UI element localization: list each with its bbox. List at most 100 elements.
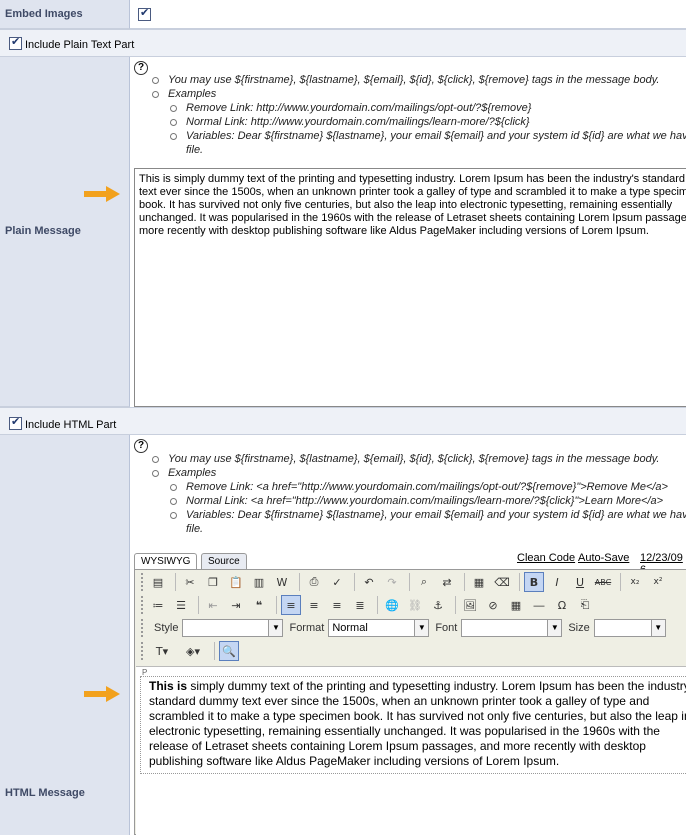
toolbar-separator <box>464 573 465 591</box>
insert-link-icon[interactable]: 🌐 <box>382 595 402 615</box>
superscript-icon[interactable]: x² <box>648 572 668 592</box>
format-select[interactable]: Normal ▼ <box>328 619 430 637</box>
format-value: Normal <box>332 622 368 634</box>
plain-line-4: unchanged. It was popularised in the 196… <box>139 212 686 224</box>
toolbar-separator <box>455 596 456 614</box>
toolbar-grip[interactable] <box>141 619 144 637</box>
spellcheck-icon[interactable]: ✓ <box>327 572 347 592</box>
new-document-icon[interactable]: ▤ <box>148 572 168 592</box>
paste-text-icon[interactable]: ▥ <box>249 572 269 592</box>
toolbar-separator <box>276 596 277 614</box>
bulleted-list-icon[interactable]: ☰ <box>171 595 191 615</box>
underline-icon[interactable]: U <box>570 572 590 592</box>
tab-wysiwyg[interactable]: WYSIWYG <box>134 553 198 569</box>
find-icon[interactable]: ⌕ <box>414 572 434 592</box>
toolbar-grip[interactable] <box>141 596 144 614</box>
select-all-icon[interactable]: ▦ <box>469 572 489 592</box>
table-icon[interactable]: ▦ <box>506 595 526 615</box>
toolbar-grip[interactable] <box>141 573 144 591</box>
tip-remove-link: Remove Link: <a href="http://www.yourdom… <box>168 480 686 494</box>
html-message-label-cell: HTML Message <box>0 435 130 835</box>
clean-code-link[interactable]: Clean Code <box>517 552 575 564</box>
special-char-icon[interactable]: Ω <box>552 595 572 615</box>
html-line-1-text: simply dummy text of the printing and ty… <box>187 679 686 693</box>
html-line-2: standard dummy text ever since the 1500s… <box>149 694 650 708</box>
chevron-down-icon: ▼ <box>268 620 283 636</box>
include-plain-text-row: Include Plain Text Part <box>0 29 686 57</box>
page-break-icon[interactable]: ⎗ <box>575 595 595 615</box>
toolbar-row-4: T▾ ◈▾ 🔍 <box>139 640 242 662</box>
tip-variables-line1: Variables: Dear ${firstname} ${lastname}… <box>186 509 686 521</box>
tip-variables-line1: Variables: Dear ${firstname} ${lastname}… <box>186 130 686 142</box>
copy-icon[interactable]: ❐ <box>203 572 223 592</box>
subscript-icon[interactable]: x₂ <box>625 572 645 592</box>
tip-intro: You may use ${firstname}, ${lastname}, $… <box>150 73 686 87</box>
toolbar-row-3: Style ▼ Format Normal ▼ Font ▼ Size ▼ <box>139 617 666 639</box>
html-editor-area[interactable]: P This is simply dummy text of the print… <box>136 666 686 835</box>
html-line-3: scrambled it to make a type specimen boo… <box>149 709 686 723</box>
tip-examples-label: Examples <box>168 88 217 100</box>
plain-line-3: book. It has survived not only five cent… <box>139 199 673 211</box>
tip-normal-link: Normal Link: http://www.yourdomain.com/m… <box>168 115 686 129</box>
arrow-pointer-icon <box>84 186 120 202</box>
html-editor-body[interactable]: This is simply dummy text of the printin… <box>140 676 686 774</box>
toolbar-separator <box>409 573 410 591</box>
tip-examples: Examples Remove Link: http://www.yourdom… <box>150 87 686 157</box>
strikethrough-icon[interactable]: ABC <box>593 572 613 592</box>
undo-icon[interactable]: ↶ <box>359 572 379 592</box>
auto-save-link[interactable]: Auto-Save <box>578 552 629 564</box>
size-select[interactable]: ▼ <box>593 619 666 637</box>
align-center-icon[interactable]: ≡ <box>304 595 324 615</box>
html-line-5: release of Letraset sheets containing Lo… <box>149 739 646 753</box>
toolbar-grip[interactable] <box>141 642 144 660</box>
tip-examples-label: Examples <box>168 467 217 479</box>
help-icon[interactable]: ? <box>134 61 148 75</box>
anchor-icon[interactable]: ⚓ <box>428 595 448 615</box>
cut-icon[interactable]: ✂ <box>180 572 200 592</box>
bold-icon[interactable]: B <box>524 572 544 592</box>
html-tips-list: You may use ${firstname}, ${lastname}, $… <box>150 452 686 536</box>
indent-icon[interactable]: ⇥ <box>226 595 246 615</box>
font-select[interactable]: ▼ <box>461 619 563 637</box>
insert-image-icon[interactable]: 🖼 <box>460 595 480 615</box>
align-left-icon[interactable]: ≡ <box>281 595 301 615</box>
numbered-list-icon[interactable]: ≔ <box>148 595 168 615</box>
preview-icon[interactable]: 🔍 <box>219 641 239 661</box>
toolbar-separator <box>377 596 378 614</box>
html-message-label: HTML Message <box>5 787 85 799</box>
tab-source[interactable]: Source <box>201 553 247 569</box>
background-color-icon[interactable]: ◈▾ <box>179 641 207 661</box>
tip-remove-link: Remove Link: http://www.yourdomain.com/m… <box>168 101 686 115</box>
include-html-row: Include HTML Part <box>0 407 686 435</box>
blockquote-icon[interactable]: ❝ <box>249 595 269 615</box>
remove-link-icon[interactable]: ⛓ <box>405 595 425 615</box>
help-icon[interactable]: ? <box>134 439 148 453</box>
align-right-icon[interactable]: ≡ <box>327 595 347 615</box>
size-label: Size <box>568 622 590 634</box>
remove-format-icon[interactable]: ⌫ <box>492 572 512 592</box>
print-icon[interactable]: ⎙ <box>304 572 324 592</box>
flash-icon[interactable]: ⊘ <box>483 595 503 615</box>
toolbar-separator <box>620 573 621 591</box>
horizontal-rule-icon[interactable]: ― <box>529 595 549 615</box>
embed-images-checkbox[interactable] <box>138 6 151 21</box>
paste-icon[interactable]: 📋 <box>226 572 246 592</box>
outdent-icon[interactable]: ⇤ <box>203 595 223 615</box>
plain-line-2: text ever since the 1500s, when an unkno… <box>139 186 686 198</box>
plain-line-1: This is simply dummy text of the printin… <box>139 173 686 185</box>
redo-icon[interactable]: ↷ <box>382 572 402 592</box>
replace-icon[interactable]: ⇄ <box>437 572 457 592</box>
include-html-checkbox[interactable] <box>9 415 22 430</box>
arrow-pointer-icon <box>84 686 120 702</box>
style-select[interactable]: ▼ <box>182 619 284 637</box>
plain-tips-list: You may use ${firstname}, ${lastname}, $… <box>150 73 686 157</box>
toolbar-separator <box>354 573 355 591</box>
text-color-icon[interactable]: T▾ <box>148 641 176 661</box>
paste-word-icon[interactable]: W <box>272 572 292 592</box>
plain-message-textarea[interactable]: This is simply dummy text of the printin… <box>134 168 686 407</box>
include-plain-text-checkbox[interactable] <box>9 35 22 50</box>
italic-icon[interactable]: I <box>547 572 567 592</box>
format-label: Format <box>289 622 325 634</box>
align-justify-icon[interactable]: ≣ <box>350 595 370 615</box>
html-line-1: This is simply dummy text of the printin… <box>149 679 686 694</box>
